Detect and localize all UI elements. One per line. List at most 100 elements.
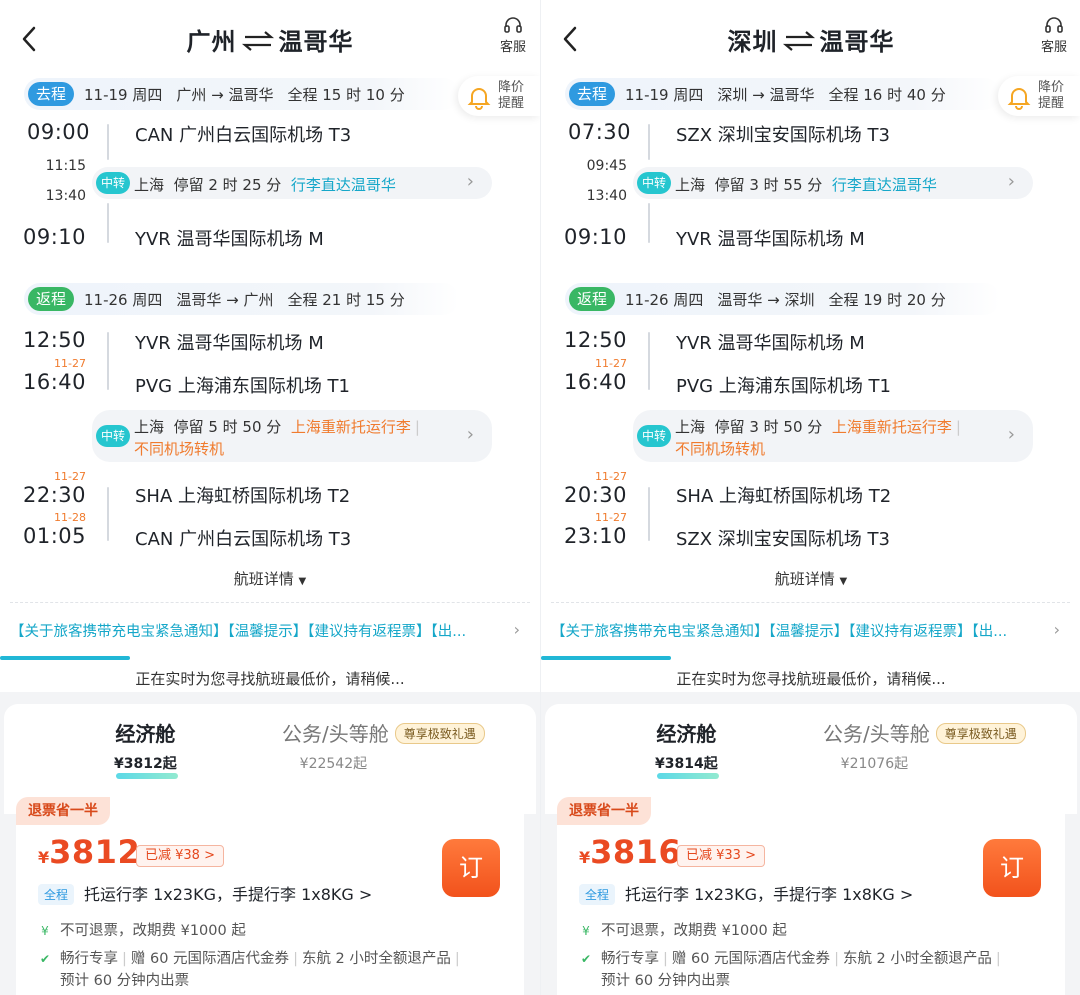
transfer-tag: 中转 — [637, 425, 671, 447]
return-duration: 全程 19 时 20 分 — [828, 290, 946, 309]
fare-card[interactable]: 退票省一半 ¥3812 已减 ¥38 > 订 全程 托运行李 1x23KG，手提行… — [16, 797, 524, 995]
refund-text: 不可退票，改期费 ¥1000 起 — [60, 923, 246, 939]
perks-row: ✔ 畅行专享 | 赠 60 元国际酒店代金券 | 东航 2 小时全额退产品 | — [39, 951, 460, 967]
timeline-connector — [648, 487, 650, 541]
perk-exclusive: 畅行专享 — [60, 951, 118, 967]
yen-icon: ¥ — [582, 924, 590, 938]
economy-price: ¥3814起 — [655, 756, 718, 772]
tab-business-first[interactable]: 公务/头等舱 尊享极致礼遇 ¥21076起 — [823, 718, 1026, 773]
discount-badge[interactable]: 已减 ¥38 > — [136, 845, 224, 867]
ticketing-time: 预计 60 分钟内出票 — [601, 973, 731, 989]
outbound-arrival-airport: YVR 温哥华国际机场 M — [135, 229, 324, 250]
perk-refund-product: 东航 2 小时全额退产品 — [842, 951, 992, 967]
price-alert-label-1: 降价 — [498, 80, 525, 95]
chevron-right-icon[interactable]: › — [1054, 620, 1060, 639]
outbound-transfer-row[interactable]: 中转 上海 停留 2 时 25 分 行李直达温哥华 › — [92, 167, 492, 199]
transfer-stay: 停留 2 时 25 分 — [173, 176, 282, 194]
bell-icon — [1007, 88, 1031, 110]
transfer-tag: 中转 — [96, 425, 130, 447]
return-route: 温哥华 → 广州 — [176, 290, 274, 309]
discount-badge[interactable]: 已减 ¥33 > — [677, 845, 765, 867]
transfer-city: 上海 — [675, 418, 706, 436]
return-leg1-arrival-airport: PVG 上海浦东国际机场 T1 — [676, 376, 892, 397]
outbound-segment-header: 去程 11-19 周四 深圳 → 温哥华 全程 16 时 40 分 — [565, 78, 1000, 110]
outbound-duration: 全程 15 时 10 分 — [287, 85, 405, 104]
outbound-tag: 去程 — [28, 82, 75, 106]
refund-half-ribbon: 退票省一半 — [557, 797, 651, 825]
economy-label: 经济舱 — [115, 722, 176, 746]
flight-details-toggle[interactable]: 航班详情 ▼ — [541, 568, 1080, 589]
return-leg2-arrival-date: 11-27 — [595, 511, 627, 524]
transfer-departure-time: 13:40 — [586, 188, 627, 204]
swap-arrows-icon — [782, 31, 815, 51]
timeline-connector — [107, 124, 109, 160]
notice-ticker[interactable]: 【关于旅客携带充电宝紧急通知】【温馨提示】【建议持有返程票】【出... — [10, 620, 510, 641]
fare-amount: 3812 — [49, 833, 141, 871]
page-title: 深圳 温哥华 — [541, 22, 1080, 57]
destination-city: 温哥华 — [819, 28, 895, 56]
return-transfer-row[interactable]: 中转 上海 停留 3 时 50 分 上海重新托运行李 | 不同机场转机 › — [633, 410, 1033, 462]
check-icon: ✔ — [580, 952, 592, 966]
perk-exclusive: 畅行专享 — [601, 951, 659, 967]
yen-icon: ¥ — [41, 924, 49, 938]
caret-down-icon: ▼ — [298, 576, 307, 587]
customer-service-button[interactable]: 客服 — [1037, 16, 1071, 55]
return-leg2-arrival-airport: CAN 广州白云国际机场 T3 — [135, 529, 352, 550]
book-button[interactable]: 订 — [442, 839, 500, 897]
divider — [551, 602, 1070, 603]
return-leg1-arrival-time: 16:40 — [22, 370, 86, 394]
tab-economy[interactable]: 经济舱 ¥3814起 — [655, 718, 719, 779]
refund-policy: ¥ 不可退票，改期费 ¥1000 起 — [579, 919, 787, 940]
vip-badge: 尊享极致礼遇 — [935, 723, 1026, 744]
return-leg2-arrival-time: 23:10 — [563, 524, 627, 548]
return-transfer-row[interactable]: 中转 上海 停留 5 时 50 分 上海重新托运行李 | 不同机场转机 › — [92, 410, 492, 462]
page-title: 广州 温哥华 — [0, 22, 540, 57]
transfer-note: 行李直达温哥华 — [290, 176, 396, 194]
transfer-city: 上海 — [675, 176, 706, 194]
perks-row: ✔ 畅行专享 | 赠 60 元国际酒店代金券 | 东航 2 小时全额退产品 | — [580, 951, 1001, 967]
chevron-right-icon[interactable]: › — [514, 620, 520, 639]
timeline-connector — [107, 203, 109, 243]
return-leg1-departure-time: 12:50 — [22, 328, 86, 352]
business-label: 公务/头等舱 — [823, 722, 930, 746]
book-button[interactable]: 订 — [983, 839, 1041, 897]
return-leg1-departure-time: 12:50 — [563, 328, 627, 352]
baggage-text: 托运行李 1x23KG，手提行李 1x8KG > — [625, 885, 914, 904]
transfer-tag: 中转 — [96, 172, 130, 194]
business-price: ¥21076起 — [840, 756, 909, 772]
perk-hotel-voucher: 赠 60 元国际酒店代金券 — [671, 951, 831, 967]
price-alert-button[interactable]: 降价 提醒 — [998, 76, 1080, 116]
tab-economy[interactable]: 经济舱 ¥3812起 — [114, 718, 178, 779]
timeline-connector — [648, 124, 650, 160]
return-leg2-departure-airport: SHA 上海虹桥国际机场 T2 — [676, 486, 892, 507]
top-bar: 深圳 温哥华 客服 — [541, 0, 1080, 78]
active-tab-indicator — [116, 773, 178, 779]
baggage-info[interactable]: 全程 托运行李 1x23KG，手提行李 1x8KG > — [38, 881, 372, 905]
outbound-route: 广州 → 温哥华 — [176, 85, 274, 104]
customer-service-label: 客服 — [499, 40, 526, 55]
customer-service-button[interactable]: 客服 — [496, 16, 530, 55]
transfer-city: 上海 — [134, 176, 165, 194]
refund-text: 不可退票，改期费 ¥1000 起 — [601, 923, 787, 939]
transfer-note: 行李直达温哥华 — [831, 176, 937, 194]
price-alert-button[interactable]: 降价 提醒 — [458, 76, 540, 116]
baggage-info[interactable]: 全程 托运行李 1x23KG，手提行李 1x8KG > — [579, 881, 913, 905]
transfer-city: 上海 — [134, 418, 165, 436]
return-duration: 全程 21 时 15 分 — [287, 290, 405, 309]
outbound-route: 深圳 → 温哥华 — [717, 85, 815, 104]
return-leg1-arrival-date: 11-27 — [595, 357, 627, 370]
economy-price: ¥3812起 — [114, 756, 177, 772]
outbound-segment-header: 去程 11-19 周四 广州 → 温哥华 全程 15 时 10 分 — [24, 78, 459, 110]
notice-ticker[interactable]: 【关于旅客携带充电宝紧急通知】【温馨提示】【建议持有返程票】【出... — [551, 620, 1051, 641]
fare-card[interactable]: 退票省一半 ¥3816 已减 ¥33 > 订 全程 托运行李 1x23KG，手提行… — [557, 797, 1065, 995]
chevron-right-icon: › — [466, 171, 474, 192]
customer-service-label: 客服 — [1040, 40, 1067, 55]
bell-icon — [467, 88, 491, 110]
return-tag: 返程 — [569, 287, 616, 311]
transfer-stay: 停留 3 时 50 分 — [714, 418, 823, 436]
outbound-transfer-row[interactable]: 中转 上海 停留 3 时 55 分 行李直达温哥华 › — [633, 167, 1033, 199]
flight-details-toggle[interactable]: 航班详情 ▼ — [0, 568, 540, 589]
outbound-departure-airport: SZX 深圳宝安国际机场 T3 — [676, 125, 890, 146]
return-route: 温哥华 → 深圳 — [717, 290, 815, 309]
tab-business-first[interactable]: 公务/头等舱 尊享极致礼遇 ¥22542起 — [282, 718, 485, 773]
